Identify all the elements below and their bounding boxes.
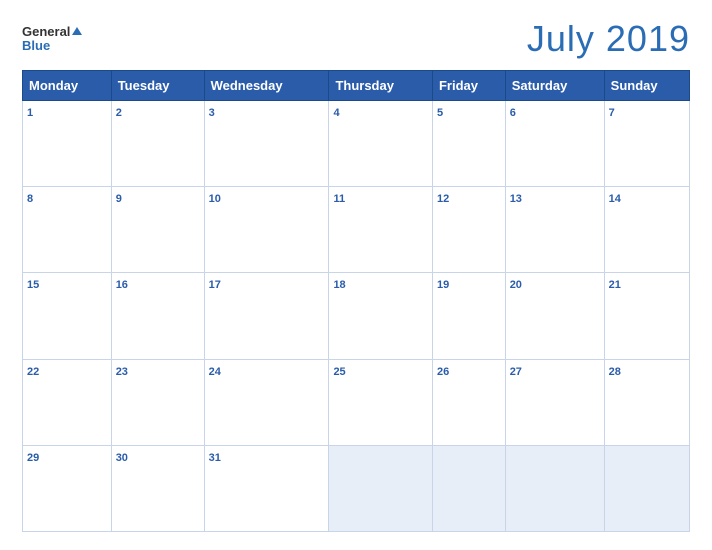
col-tuesday: Tuesday [111, 71, 204, 101]
date-number: 24 [209, 366, 221, 378]
calendar-cell [432, 445, 505, 531]
calendar-cell: 6 [505, 101, 604, 187]
calendar-cell: 7 [604, 101, 689, 187]
date-number: 6 [510, 107, 516, 119]
calendar-cell: 31 [204, 445, 329, 531]
week-row-2: 8 9 10 11 12 13 14 [23, 187, 690, 273]
calendar-cell: 29 [23, 445, 112, 531]
col-sunday: Sunday [604, 71, 689, 101]
calendar-cell: 8 [23, 187, 112, 273]
date-number: 3 [209, 107, 215, 119]
date-number: 2 [116, 107, 122, 119]
date-number: 21 [609, 279, 621, 291]
date-number: 14 [609, 193, 621, 205]
date-number: 25 [333, 366, 345, 378]
calendar-cell: 21 [604, 273, 689, 359]
calendar-cell [604, 445, 689, 531]
date-number: 27 [510, 366, 522, 378]
date-number: 5 [437, 107, 443, 119]
calendar-cell: 12 [432, 187, 505, 273]
week-row-4: 22 23 24 25 26 27 28 [23, 359, 690, 445]
calendar-cell: 4 [329, 101, 433, 187]
date-number: 20 [510, 279, 522, 291]
date-number: 29 [27, 452, 39, 464]
logo-triangle-icon [72, 27, 82, 35]
date-number: 15 [27, 279, 39, 291]
calendar-cell: 30 [111, 445, 204, 531]
calendar-cell: 5 [432, 101, 505, 187]
calendar-cell: 20 [505, 273, 604, 359]
date-number: 1 [27, 107, 33, 119]
date-number: 7 [609, 107, 615, 119]
calendar-cell: 18 [329, 273, 433, 359]
date-number: 8 [27, 193, 33, 205]
calendar-cell: 22 [23, 359, 112, 445]
week-row-3: 15 16 17 18 19 20 21 [23, 273, 690, 359]
col-wednesday: Wednesday [204, 71, 329, 101]
calendar-cell: 3 [204, 101, 329, 187]
calendar-cell: 24 [204, 359, 329, 445]
date-number: 19 [437, 279, 449, 291]
date-number: 28 [609, 366, 621, 378]
calendar-cell: 19 [432, 273, 505, 359]
date-number: 31 [209, 452, 221, 464]
calendar-cell: 1 [23, 101, 112, 187]
calendar-cell: 26 [432, 359, 505, 445]
calendar-cell [505, 445, 604, 531]
date-number: 10 [209, 193, 221, 205]
date-number: 12 [437, 193, 449, 205]
calendar-cell: 23 [111, 359, 204, 445]
calendar-cell: 15 [23, 273, 112, 359]
calendar-cell: 10 [204, 187, 329, 273]
calendar-cell: 2 [111, 101, 204, 187]
month-title: July 2019 [527, 18, 690, 60]
calendar-table: Monday Tuesday Wednesday Thursday Friday… [22, 70, 690, 532]
logo-general: General [22, 25, 70, 39]
calendar-cell: 27 [505, 359, 604, 445]
calendar-cell: 11 [329, 187, 433, 273]
date-number: 9 [116, 193, 122, 205]
calendar-header-row: Monday Tuesday Wednesday Thursday Friday… [23, 71, 690, 101]
date-number: 23 [116, 366, 128, 378]
date-number: 13 [510, 193, 522, 205]
date-number: 4 [333, 107, 339, 119]
header: General Blue July 2019 [22, 18, 690, 60]
week-row-5: 29 30 31 [23, 445, 690, 531]
logo: General Blue [22, 25, 82, 54]
date-number: 18 [333, 279, 345, 291]
date-number: 26 [437, 366, 449, 378]
calendar-cell: 25 [329, 359, 433, 445]
date-number: 16 [116, 279, 128, 291]
page: General Blue July 2019 Monday Tuesday We… [0, 0, 712, 550]
date-number: 11 [333, 193, 345, 205]
calendar-cell: 14 [604, 187, 689, 273]
calendar-cell: 16 [111, 273, 204, 359]
date-number: 17 [209, 279, 221, 291]
date-number: 30 [116, 452, 128, 464]
calendar-cell: 13 [505, 187, 604, 273]
col-friday: Friday [432, 71, 505, 101]
col-saturday: Saturday [505, 71, 604, 101]
col-thursday: Thursday [329, 71, 433, 101]
calendar-cell: 17 [204, 273, 329, 359]
week-row-1: 1 2 3 4 5 6 7 [23, 101, 690, 187]
col-monday: Monday [23, 71, 112, 101]
calendar-cell: 28 [604, 359, 689, 445]
calendar-cell [329, 445, 433, 531]
calendar-cell: 9 [111, 187, 204, 273]
logo-blue: Blue [22, 39, 50, 53]
date-number: 22 [27, 366, 39, 378]
